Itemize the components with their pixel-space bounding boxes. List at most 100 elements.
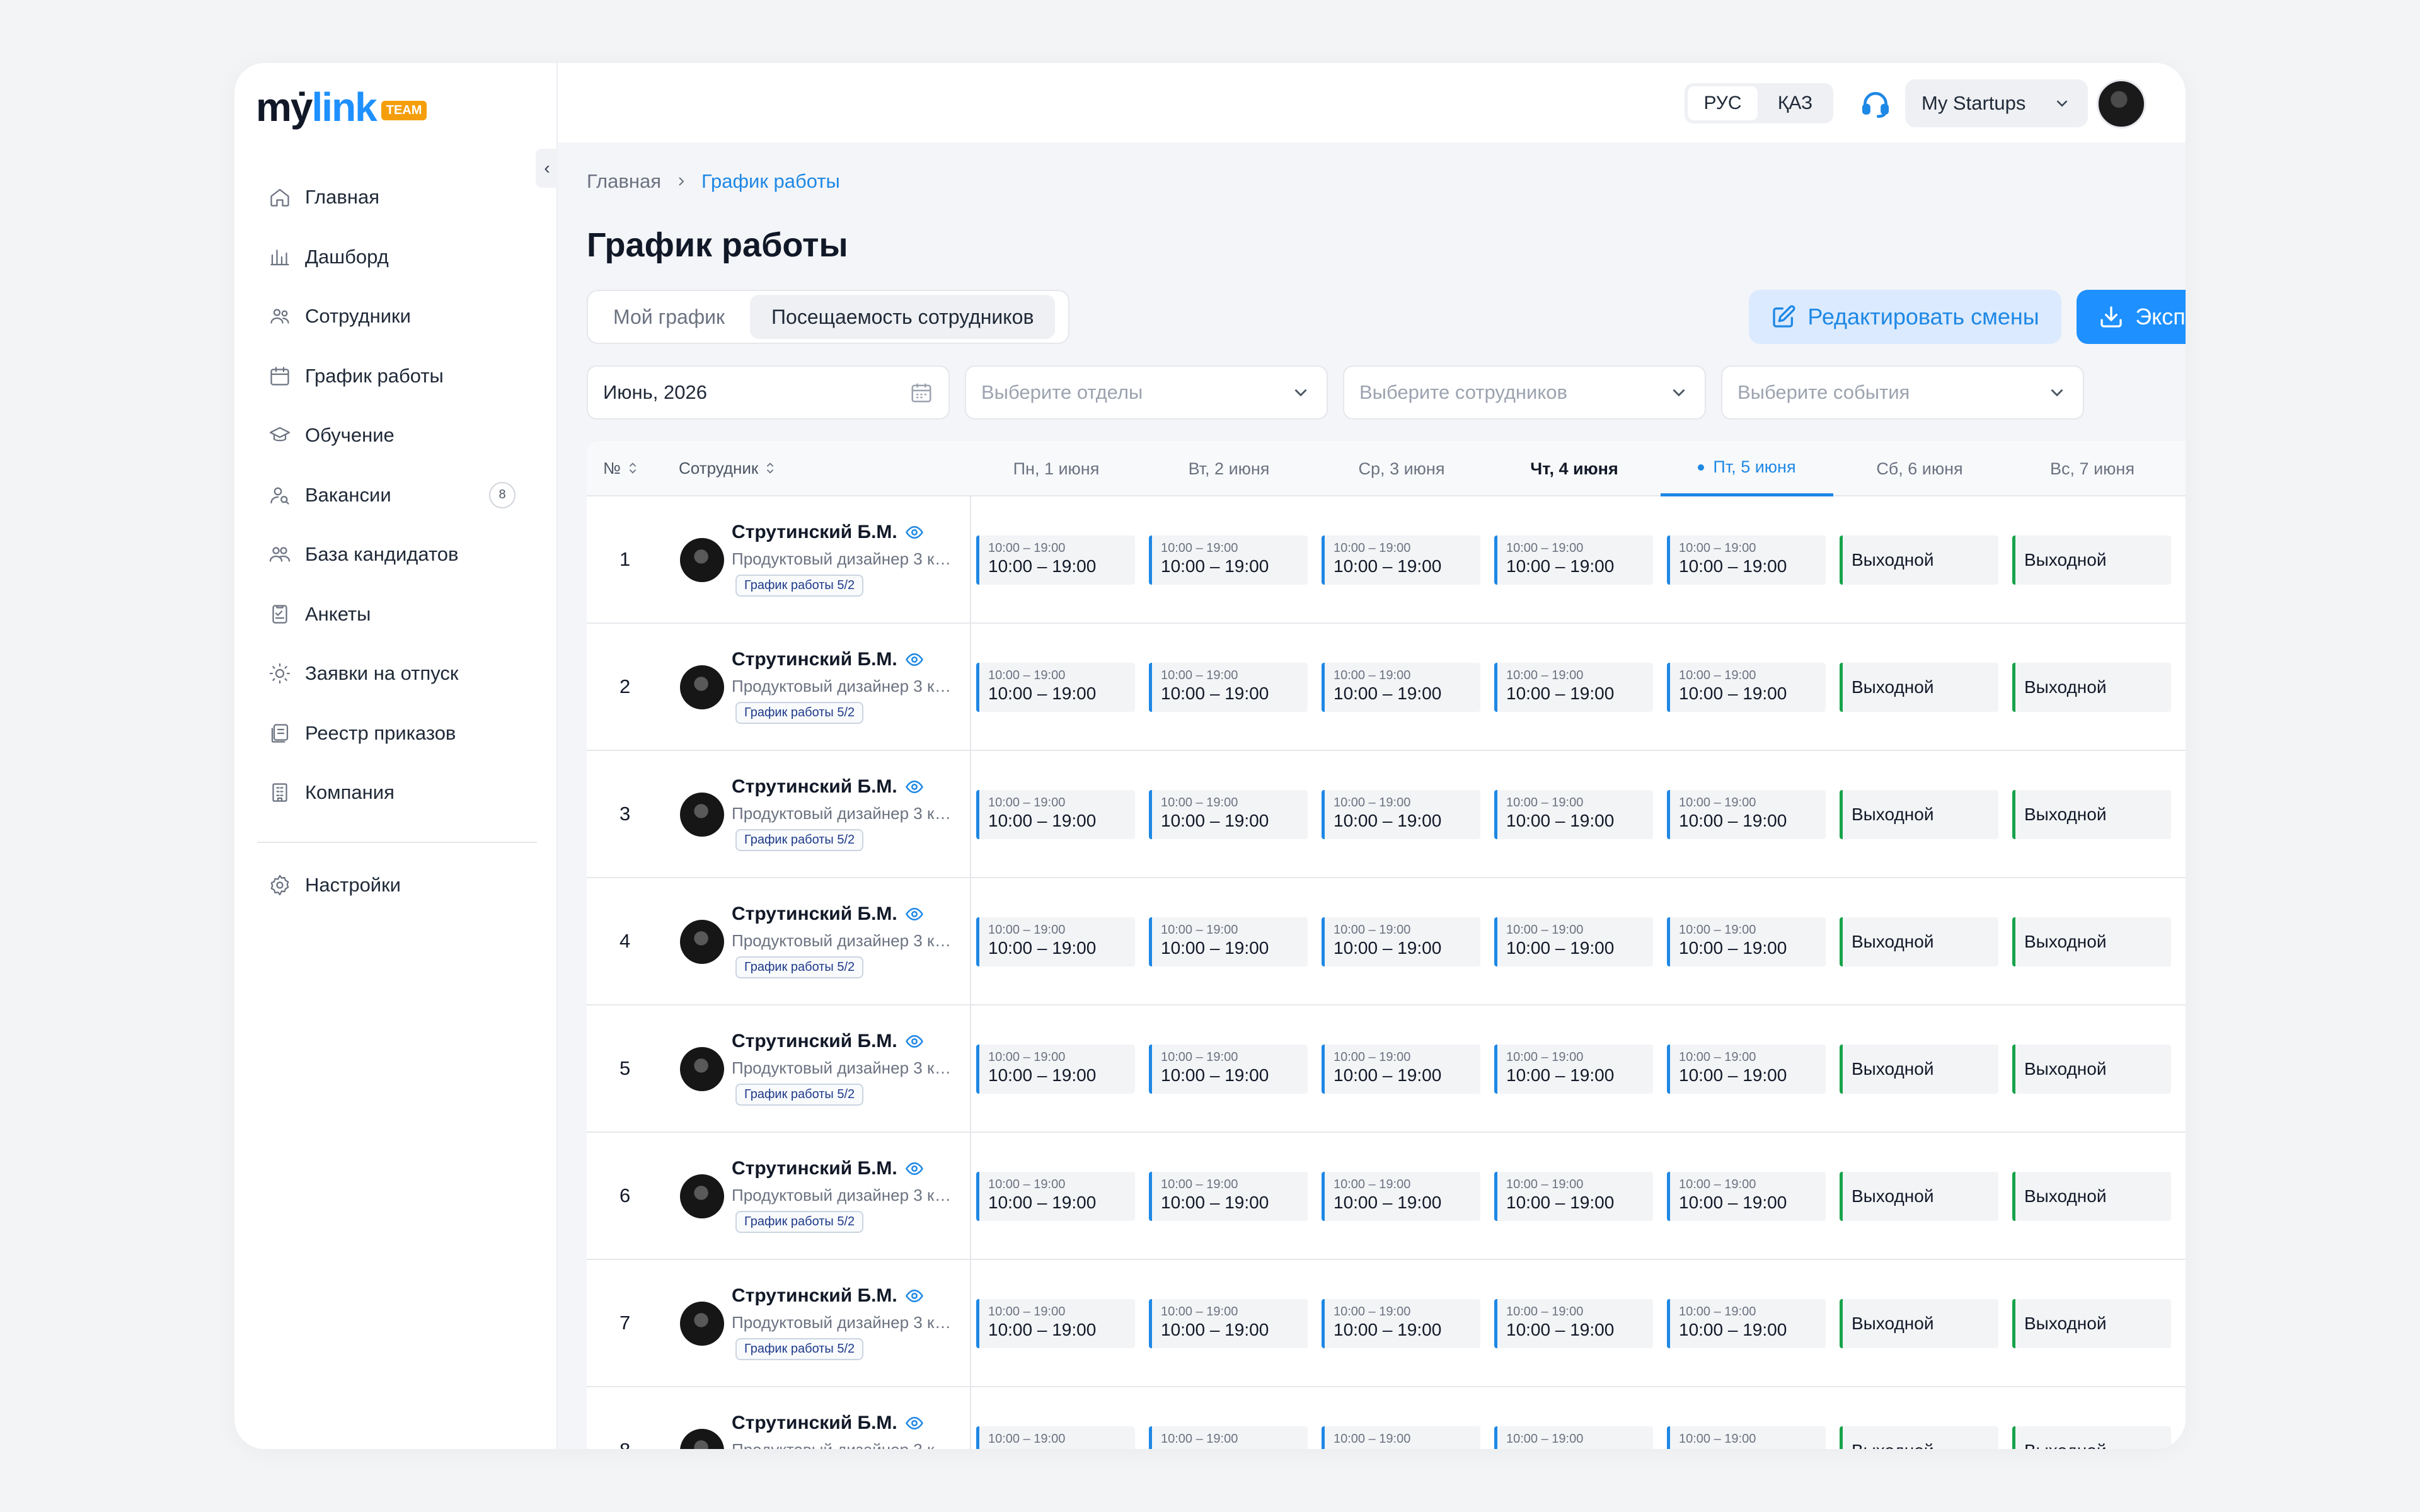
eye-icon[interactable] bbox=[905, 1414, 924, 1433]
day-column-header[interactable]: Вс, 7 июня bbox=[2006, 441, 2179, 496]
table-row[interactable]: 4 Струтинский Б.М. Продуктовый дизайнер 3 … bbox=[587, 878, 2186, 1005]
shift-cell[interactable]: 10:00 – 19:0010:00 – 19:00 bbox=[976, 1426, 1135, 1449]
lang-kz-button[interactable]: ҚАЗ bbox=[1760, 86, 1830, 120]
employee-name[interactable]: Струтинский Б.М. bbox=[732, 903, 924, 925]
month-picker[interactable]: Июнь, 2026 bbox=[587, 365, 950, 420]
day-off-cell[interactable]: Выходной bbox=[2012, 1172, 2171, 1221]
shift-cell[interactable]: 10:00 – 19:0010:00 – 19:00 bbox=[1494, 1426, 1653, 1449]
sidebar-item-chart[interactable]: Дашборд bbox=[257, 227, 534, 287]
table-row[interactable]: 7 Струтинский Б.М. Продуктовый дизайнер 3 … bbox=[587, 1260, 2186, 1387]
shift-cell[interactable]: 10:00 – 19:0010:00 – 19:00 bbox=[1667, 1426, 1826, 1449]
shift-cell[interactable]: 10:00 – 19:0010:00 – 19:00 bbox=[1149, 536, 1308, 585]
employee-name[interactable]: Струтинский Б.М. bbox=[732, 1412, 924, 1434]
day-off-cell[interactable]: Выходной bbox=[2012, 1426, 2171, 1449]
shift-cell[interactable]: 10:00 – 19:0010:00 – 19:00 bbox=[1322, 1299, 1480, 1348]
shift-cell[interactable]: 10:00 – 19:0010:00 – 19:00 bbox=[1322, 536, 1480, 585]
logo[interactable]: mẏlink TEAM bbox=[256, 82, 427, 132]
employee-name[interactable]: Струтинский Б.М. bbox=[732, 1285, 924, 1307]
shift-cell[interactable]: 10:00 – 19:0010:00 – 19:00 bbox=[976, 536, 1135, 585]
table-row[interactable]: 2 Струтинский Б.М. Продуктовый дизайнер 3 … bbox=[587, 624, 2186, 751]
eye-icon[interactable] bbox=[905, 1032, 924, 1051]
employee-avatar[interactable] bbox=[680, 1302, 724, 1346]
lang-ru-button[interactable]: РУС bbox=[1688, 86, 1758, 120]
day-off-cell[interactable]: Выходной bbox=[2012, 917, 2171, 966]
sort-by-number[interactable]: № bbox=[603, 459, 640, 478]
employee-avatar[interactable] bbox=[680, 1174, 724, 1218]
sort-by-employee[interactable]: Сотрудник bbox=[679, 459, 777, 478]
day-off-cell[interactable]: Выходной bbox=[2012, 790, 2171, 839]
day-off-cell[interactable]: Выходной bbox=[1840, 790, 1998, 839]
shift-cell[interactable]: 10:00 – 19:0010:00 – 19:00 bbox=[1667, 917, 1826, 966]
startup-select[interactable]: My Startups bbox=[1905, 79, 2088, 127]
shift-cell[interactable]: 10:00 – 19:0010:00 – 19:00 bbox=[1149, 790, 1308, 839]
shift-cell[interactable]: 10:00 – 19:0010:00 – 19:00 bbox=[1149, 1172, 1308, 1221]
shift-cell[interactable]: 10:00 – 19:0010:00 – 19:00 bbox=[1494, 917, 1653, 966]
user-avatar[interactable] bbox=[2097, 79, 2146, 129]
employee-name[interactable]: Струтинский Б.М. bbox=[732, 1031, 924, 1052]
day-column-header[interactable]: Пн, 1 июня bbox=[970, 441, 1143, 496]
shift-cell[interactable]: 10:00 – 19:0010:00 – 19:00 bbox=[1667, 663, 1826, 712]
shift-cell[interactable]: 10:00 – 19:0010:00 – 19:00 bbox=[1494, 663, 1653, 712]
employee-name[interactable]: Струтинский Б.М. bbox=[732, 1158, 924, 1179]
day-off-cell[interactable]: Выходной bbox=[2012, 536, 2171, 585]
employee-avatar[interactable] bbox=[680, 1429, 724, 1449]
eye-icon[interactable] bbox=[905, 905, 924, 924]
shift-cell[interactable]: 10:00 – 19:0010:00 – 19:00 bbox=[1494, 536, 1653, 585]
table-row[interactable]: 1 Струтинский Б.М. Продуктовый дизайнер 3 … bbox=[587, 496, 2186, 624]
shift-cell[interactable]: 10:00 – 19:0010:00 – 19:00 bbox=[1494, 1172, 1653, 1221]
day-off-cell[interactable]: Выходной bbox=[2012, 1045, 2171, 1094]
shift-cell[interactable]: 10:00 – 19:0010:00 – 19:00 bbox=[1667, 536, 1826, 585]
shift-cell[interactable]: 10:00 – 19:0010:00 – 19:00 bbox=[1149, 1426, 1308, 1449]
sidebar-item-settings[interactable]: Настройки bbox=[257, 856, 534, 915]
day-off-cell[interactable]: Выходной bbox=[2012, 1299, 2171, 1348]
eye-icon[interactable] bbox=[905, 650, 924, 669]
tab-attendance[interactable]: Посещаемость сотрудников bbox=[750, 295, 1056, 339]
employee-name[interactable]: Струтинский Б.М. bbox=[732, 776, 924, 798]
tab-my-schedule[interactable]: Мой график bbox=[592, 295, 746, 339]
shift-cell[interactable]: 10:00 – 19:0010:00 – 19:00 bbox=[1149, 663, 1308, 712]
shift-cell[interactable]: 10:00 – 19:0010:00 – 19:00 bbox=[1322, 917, 1480, 966]
day-off-cell[interactable]: Выходной bbox=[1840, 1299, 1998, 1348]
shift-cell[interactable]: 10:00 – 19:0010:00 – 19:00 bbox=[976, 663, 1135, 712]
employees-select[interactable]: Выберите сотрудников bbox=[1343, 365, 1706, 420]
employee-avatar[interactable] bbox=[680, 1047, 724, 1091]
shift-cell[interactable]: 10:00 – 19:0010:00 – 19:00 bbox=[1494, 1045, 1653, 1094]
shift-cell[interactable]: 10:00 – 19:0010:00 – 19:00 bbox=[976, 1045, 1135, 1094]
day-column-header[interactable]: Вт, 2 июня bbox=[1143, 441, 1315, 496]
shift-cell[interactable]: 10:00 – 19:0010:00 – 19:00 bbox=[1322, 1045, 1480, 1094]
shift-cell[interactable]: 10:00 – 19:0010:00 – 19:00 bbox=[976, 917, 1135, 966]
day-column-header[interactable]: Ср, 3 июня bbox=[1315, 441, 1488, 496]
table-row[interactable]: 5 Струтинский Б.М. Продуктовый дизайнер 3 … bbox=[587, 1005, 2186, 1133]
eye-icon[interactable] bbox=[905, 523, 924, 542]
sidebar-item-form[interactable]: Анкеты bbox=[257, 585, 534, 644]
day-off-cell[interactable]: Выходной bbox=[1840, 536, 1998, 585]
table-row[interactable]: 3 Струтинский Б.М. Продуктовый дизайнер 3 … bbox=[587, 751, 2186, 878]
day-off-cell[interactable]: Выходной bbox=[1840, 1426, 1998, 1449]
day-column-header[interactable]: Пт, 5 июня bbox=[1661, 441, 1833, 496]
shift-cell[interactable]: 10:00 – 19:0010:00 – 19:00 bbox=[1494, 790, 1653, 839]
sidebar-item-sun[interactable]: Заявки на отпуск bbox=[257, 644, 534, 704]
shift-cell[interactable]: 10:00 – 19:0010:00 – 19:00 bbox=[1149, 917, 1308, 966]
day-column-header[interactable]: Чт, 4 июня bbox=[1488, 441, 1661, 496]
day-off-cell[interactable]: Выходной bbox=[1840, 917, 1998, 966]
collapse-sidebar-button[interactable]: ‹ bbox=[536, 149, 558, 188]
sidebar-item-calendar[interactable]: График работы bbox=[257, 346, 534, 406]
employee-name[interactable]: Струтинский Б.М. bbox=[732, 522, 924, 543]
shift-cell[interactable]: 10:00 – 19:0010:00 – 19:00 bbox=[1494, 1299, 1653, 1348]
shift-cell[interactable]: 10:00 – 19:0010:00 – 19:00 bbox=[1322, 663, 1480, 712]
departments-select[interactable]: Выберите отделы bbox=[965, 365, 1328, 420]
shift-cell[interactable]: 10:00 – 19:0010:00 – 19:00 bbox=[1322, 1172, 1480, 1221]
day-off-cell[interactable]: Выходной bbox=[1840, 1045, 1998, 1094]
employee-name[interactable]: Струтинский Б.М. bbox=[732, 649, 924, 670]
shift-cell[interactable]: 10:00 – 19:0010:00 – 19:00 bbox=[1322, 1426, 1480, 1449]
shift-cell[interactable]: 10:00 – 19:0010:00 – 19:00 bbox=[976, 1172, 1135, 1221]
shift-cell[interactable]: 10:00 – 19:0010:00 – 19:00 bbox=[1667, 1299, 1826, 1348]
sidebar-item-graduation[interactable]: Обучение bbox=[257, 406, 534, 466]
eye-icon[interactable] bbox=[905, 1286, 924, 1305]
day-off-cell[interactable]: Выходной bbox=[1840, 663, 1998, 712]
employee-avatar[interactable] bbox=[680, 538, 724, 582]
shift-cell[interactable]: 10:00 – 19:0010:00 – 19:00 bbox=[976, 1299, 1135, 1348]
shift-cell[interactable]: 10:00 – 19:0010:00 – 19:00 bbox=[1667, 790, 1826, 839]
employee-avatar[interactable] bbox=[680, 920, 724, 964]
events-select[interactable]: Выберите события bbox=[1721, 365, 2084, 420]
